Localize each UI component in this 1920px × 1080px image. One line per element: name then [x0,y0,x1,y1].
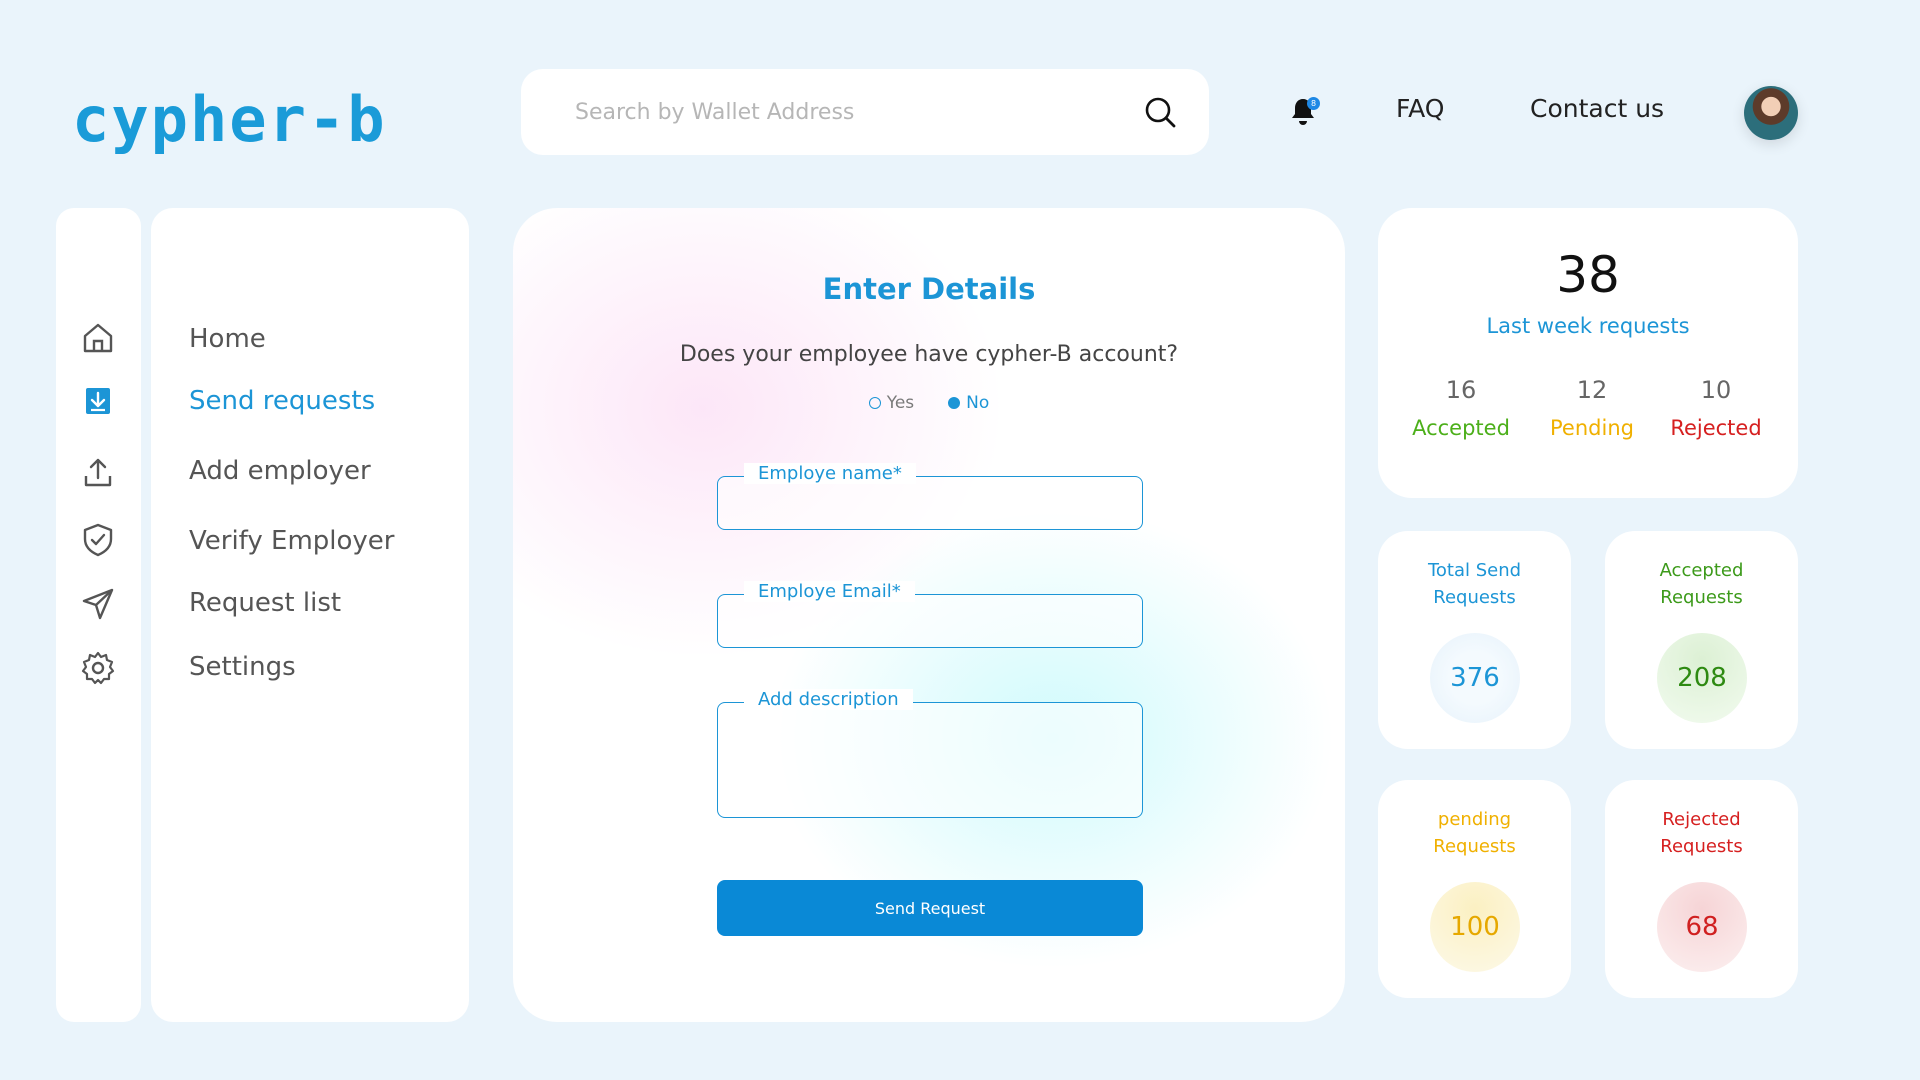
rejected-requests-card: Rejected Requests 68 [1605,780,1798,998]
accepted-requests-value: 208 [1657,633,1747,723]
total-requests-value: 376 [1430,633,1520,723]
search-bar [521,69,1209,155]
description-label: Add description [744,689,913,710]
search-input[interactable] [575,99,1143,125]
pending-requests-value: 100 [1430,882,1520,972]
upload-icon[interactable] [80,454,116,490]
last-week-label: Last week requests [1486,314,1690,338]
gear-icon[interactable] [80,650,116,686]
week-rejected-count: 10 [1700,376,1732,404]
shield-check-icon[interactable] [80,522,116,558]
sidebar-item-request-list[interactable]: Request list [189,588,341,618]
last-week-summary-card: 38 Last week requests 16 Accepted 12 Pen… [1378,208,1798,498]
week-pending-stat: 12 Pending [1532,376,1652,440]
notification-badge: 8 [1307,97,1320,110]
employee-name-field: Employe name* [717,463,1143,530]
sidebar-item-verify-employer[interactable]: Verify Employer [189,526,395,556]
total-requests-card: Total Send Requests 376 [1378,531,1571,749]
radio-no[interactable]: No [948,393,989,413]
description-field: Add description [717,689,1143,818]
week-accepted-stat: 16 Accepted [1401,376,1521,440]
employee-name-input[interactable] [718,477,1142,529]
rejected-requests-value: 68 [1657,882,1747,972]
sidebar-item-settings[interactable]: Settings [189,652,296,682]
pending-requests-title: pending Requests [1433,809,1516,857]
radio-no-label: No [966,393,990,413]
account-question: Does your employee have cypher-B account… [679,342,1179,367]
search-icon[interactable] [1143,95,1177,129]
week-rejected-stat: 10 Rejected [1656,376,1776,440]
nav-contact-link[interactable]: Contact us [1530,94,1664,123]
sidebar-item-send-requests[interactable]: Send requests [189,386,375,416]
week-pending-label: Pending [1550,416,1634,440]
week-accepted-count: 16 [1445,376,1477,404]
description-textarea[interactable] [718,703,1142,817]
employee-email-field: Employe Email* [717,581,1143,648]
send-request-button[interactable]: Send Request [717,880,1143,936]
employee-name-label: Employe name* [744,463,916,484]
radio-yes[interactable]: Yes [868,393,915,413]
user-avatar[interactable] [1744,86,1798,140]
pending-requests-card: pending Requests 100 [1378,780,1571,998]
accepted-requests-card: Accepted Requests 208 [1605,531,1798,749]
send-icon[interactable] [80,586,116,622]
accepted-requests-title: Accepted Requests [1659,560,1744,608]
sidebar-menu: Home Send requests Add employer Verify E… [151,208,469,1022]
home-icon[interactable] [80,320,116,356]
week-pending-count: 12 [1576,376,1608,404]
week-accepted-label: Accepted [1412,416,1510,440]
radio-no-indicator[interactable] [948,397,961,409]
notification-bell-icon[interactable]: 8 [1288,96,1320,128]
nav-faq-link[interactable]: FAQ [1396,94,1444,123]
account-radio-group: Yes No [513,393,1345,413]
enter-details-card: Enter Details Does your employee have cy… [513,208,1345,1022]
brand-logo[interactable]: cypher-b [72,89,387,151]
icon-rail [56,208,141,1022]
radio-yes-indicator[interactable] [868,397,881,409]
employee-email-label: Employe Email* [744,581,915,602]
week-rejected-label: Rejected [1670,416,1762,440]
last-week-count: 38 [1556,246,1620,304]
sidebar-item-home[interactable]: Home [189,324,266,354]
rejected-requests-title: Rejected Requests [1660,809,1743,857]
total-requests-title: Total Send Requests [1427,560,1522,608]
radio-yes-label: Yes [886,393,915,413]
sidebar-item-add-employer[interactable]: Add employer [189,456,371,486]
employee-email-input[interactable] [718,595,1142,647]
download-icon[interactable] [80,384,116,420]
form-title: Enter Details [822,272,1036,306]
